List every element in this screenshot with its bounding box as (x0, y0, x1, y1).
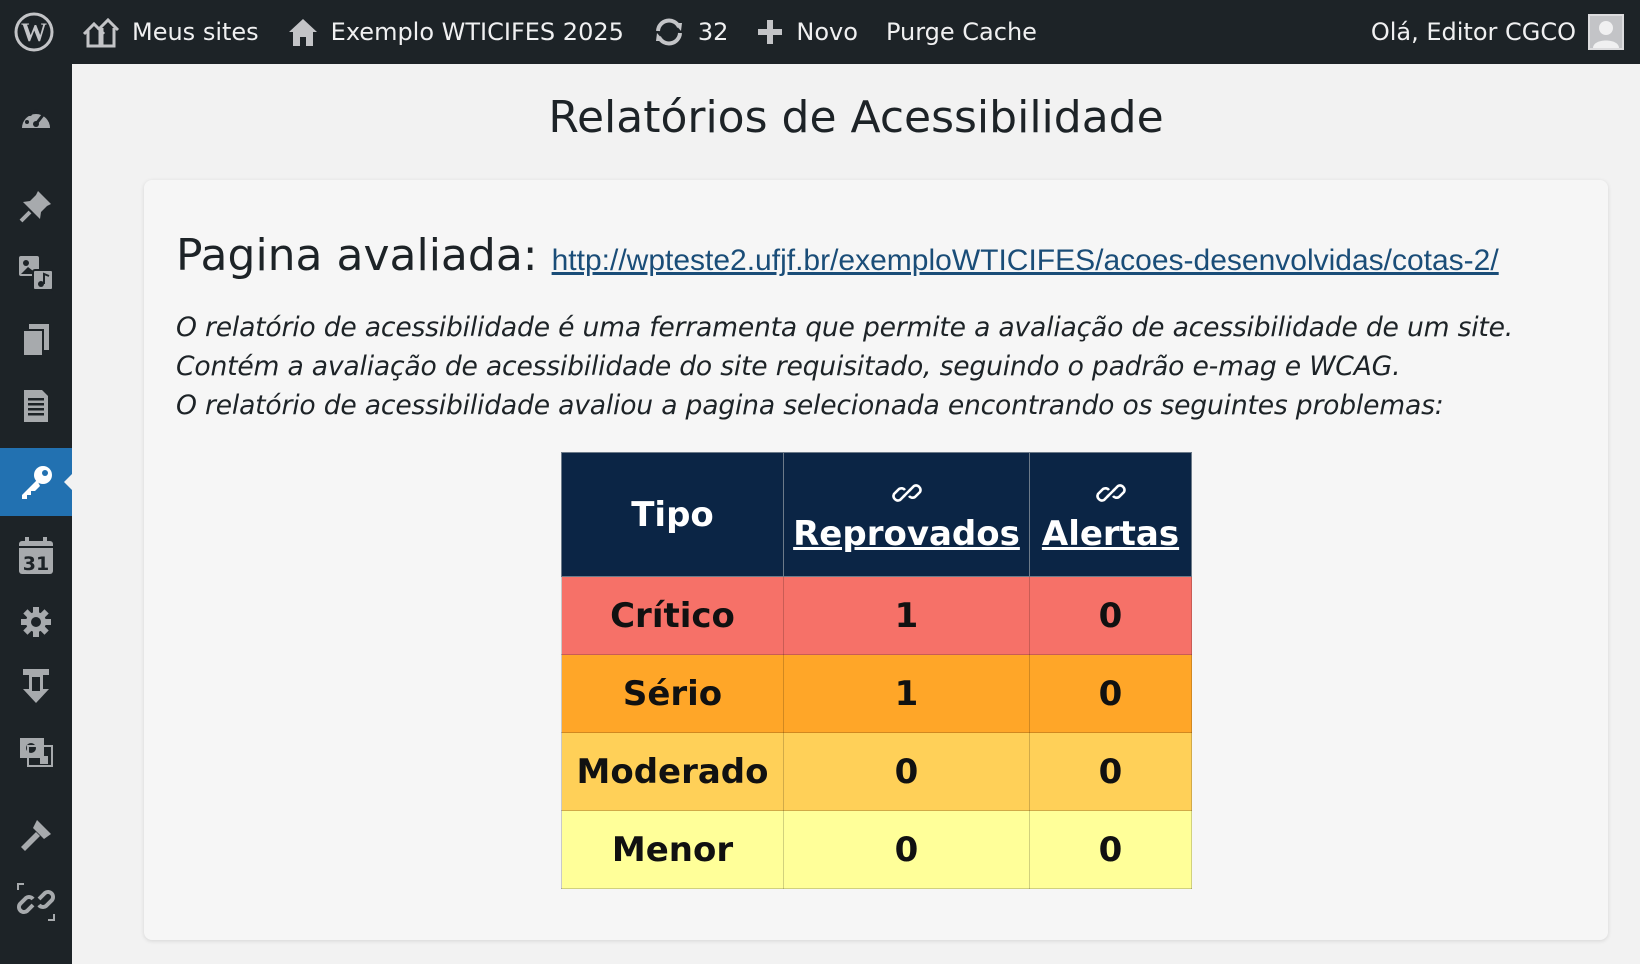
report-card: Pagina avaliada: http://wpteste2.ufjf.br… (144, 180, 1608, 940)
evaluated-page-link[interactable]: http://wpteste2.ufjf.br/exemploWTICIFES/… (552, 244, 1499, 278)
download-icon[interactable] (0, 652, 72, 720)
header-type-label: Tipo (631, 494, 714, 535)
description-line: O relatório de acessibilidade avaliou a … (176, 390, 1444, 421)
description-line: O relatório de acessibilidade é uma ferr… (176, 312, 1514, 343)
table-row: Crítico 1 0 (561, 576, 1192, 655)
my-sites-icon (82, 17, 120, 48)
table-header-row: Tipo Reprovados Alertas (561, 452, 1192, 577)
header-alerts-link[interactable]: Alertas (1042, 514, 1179, 554)
updates-icon (655, 18, 682, 46)
description-line: Contém a avaliação de acessibilidade do … (176, 351, 1401, 382)
calendar-icon[interactable]: 31 (0, 522, 72, 590)
forms-icon[interactable] (0, 372, 72, 440)
key-icon[interactable] (0, 448, 72, 516)
row-alerts: 0 (1029, 732, 1192, 811)
header-failed-link[interactable]: Reprovados (793, 514, 1020, 554)
row-failed: 0 (783, 732, 1030, 811)
wordpress-logo-icon[interactable]: W (0, 0, 68, 64)
my-sites-menu[interactable]: Meus sites (68, 0, 273, 64)
my-sites-label: Meus sites (132, 18, 259, 46)
admin-bar: W Meus sites Exemplo WTICIFES 2025 32 No… (0, 0, 1640, 64)
dashboard-icon[interactable] (0, 86, 72, 154)
row-type: Moderado (561, 732, 784, 811)
report-description: O relatório de acessibilidade é uma ferr… (176, 308, 1576, 425)
table-row: Menor 0 0 (561, 810, 1192, 889)
user-avatar-icon (1593, 21, 1619, 48)
home-icon (288, 19, 317, 46)
row-alerts: 0 (1029, 654, 1192, 733)
table-row: Sério 1 0 (561, 654, 1192, 733)
header-type: Tipo (561, 452, 784, 577)
row-failed: 1 (783, 576, 1030, 655)
admin-sidebar: 31 (0, 64, 72, 964)
svg-text:31: 31 (23, 553, 49, 575)
accessibility-report-table: Tipo Reprovados Alertas Crítico 1 0 Séri… (561, 452, 1192, 889)
plus-icon (758, 20, 783, 44)
new-label: Novo (796, 18, 858, 46)
row-failed: 0 (783, 810, 1030, 889)
account-menu[interactable]: Olá, Editor CGCO (1357, 0, 1640, 64)
media-icon[interactable] (0, 239, 72, 307)
link-icon (891, 483, 922, 502)
site-name-label: Exemplo WTICIFES 2025 (330, 18, 624, 46)
gear-icon[interactable] (0, 588, 72, 656)
row-alerts: 0 (1029, 810, 1192, 889)
header-failed: Reprovados (783, 452, 1030, 577)
header-alerts: Alertas (1029, 452, 1192, 577)
row-alerts: 0 (1029, 576, 1192, 655)
purge-cache-label: Purge Cache (885, 18, 1037, 46)
greeting-label: Olá, Editor CGCO (1370, 18, 1576, 46)
evaluated-page-label: Pagina avaliada: (176, 230, 538, 281)
row-type: Crítico (561, 576, 784, 655)
table-row: Moderado 0 0 (561, 732, 1192, 811)
site-name-menu[interactable]: Exemplo WTICIFES 2025 (273, 0, 638, 64)
pin-icon[interactable] (0, 172, 72, 240)
row-type: Menor (561, 810, 784, 889)
link-icon[interactable] (0, 868, 72, 936)
gallery-icon[interactable] (0, 718, 72, 786)
new-content-menu[interactable]: Novo (742, 0, 872, 64)
evaluated-page-line: Pagina avaliada: http://wpteste2.ufjf.br… (176, 230, 1499, 281)
pages-icon[interactable] (0, 306, 72, 374)
purge-cache-button[interactable]: Purge Cache (872, 0, 1051, 64)
page-title: Relatórios de Acessibilidade (548, 92, 1164, 143)
link-icon (1095, 483, 1126, 502)
updates-count: 32 (697, 18, 729, 46)
tools-icon[interactable] (0, 802, 72, 870)
svg-text:W: W (21, 18, 47, 47)
avatar (1588, 14, 1624, 50)
row-failed: 1 (783, 654, 1030, 733)
updates-menu[interactable]: 32 (638, 0, 743, 64)
row-type: Sério (561, 654, 784, 733)
